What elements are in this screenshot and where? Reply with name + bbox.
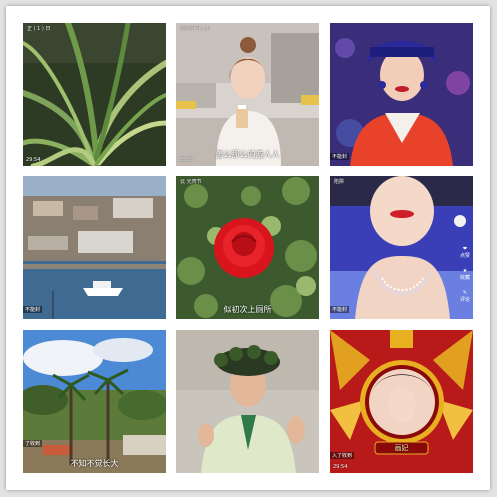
tile-palms[interactable]: 了收到 不知不觉长大 — [23, 330, 166, 473]
woman-necklace-image — [330, 176, 473, 319]
tile-lady-headdress[interactable] — [176, 330, 319, 473]
plant-image — [23, 23, 166, 166]
tile-tag: 入了收到 — [330, 452, 355, 459]
tile-tag: 不能封 — [23, 306, 43, 313]
harbor-image — [23, 176, 166, 319]
tile-duration: 29:54 — [333, 464, 348, 470]
tile-woman-necklace[interactable]: 陷阱 ❤ 点赞 ★ 收藏 ✎ 评论 不能封 — [330, 176, 473, 319]
tile-framed-portrait[interactable]: 画妃 入了收到 29:54 — [330, 330, 473, 473]
tile-duration: 29:54 — [26, 157, 41, 163]
collect-label: 收藏 — [459, 275, 470, 281]
tile-tag: 不能封 — [330, 153, 350, 160]
tile-woman-scarf[interactable]: 不能封 — [330, 23, 473, 166]
tile-header-text: 正 ( 1 ) 日 — [27, 26, 51, 32]
rose-image — [176, 176, 319, 319]
like-label: 点赞 — [459, 253, 470, 259]
tile-plant[interactable]: 正 ( 1 ) 日 29:54 — [23, 23, 166, 166]
tile-rose[interactable]: 云 元宵节 似初次上厕所 — [176, 176, 319, 319]
tile-caption: 似初次上厕所 — [223, 305, 272, 314]
tile-girl-drink[interactable]: 星星闪闪入生 怎么那么的游人人 28:52 — [176, 23, 319, 166]
tile-harbor[interactable]: 不能封 — [23, 176, 166, 319]
collect-button[interactable]: ★ 收藏 — [460, 268, 470, 281]
palms-image — [23, 330, 166, 473]
lady-headdress-image — [176, 330, 319, 473]
tile-caption: 不知不觉长大 — [70, 459, 119, 468]
photo-grid-frame: 正 ( 1 ) 日 29:54 星星闪闪入生 怎么那么的游人人 28:52 不能… — [6, 6, 490, 490]
tile-caption: 怎么那么的游人人 — [215, 150, 280, 159]
girl-drink-image — [176, 23, 319, 166]
like-button[interactable]: ❤ 点赞 — [460, 246, 470, 259]
tile-header-text: 星星闪闪入生 — [180, 26, 211, 32]
comment-label: 评论 — [459, 297, 470, 303]
tile-tag: 了收到 — [23, 440, 43, 447]
tile-tag: 不能封 — [330, 306, 350, 313]
tile-header-text: 陷阱 — [334, 179, 345, 185]
comment-button[interactable]: ✎ 评论 — [460, 290, 470, 303]
tile-header-text: 云 元宵节 — [180, 179, 202, 185]
tile-duration: 28:52 — [179, 157, 194, 163]
woman-scarf-image — [330, 23, 473, 166]
